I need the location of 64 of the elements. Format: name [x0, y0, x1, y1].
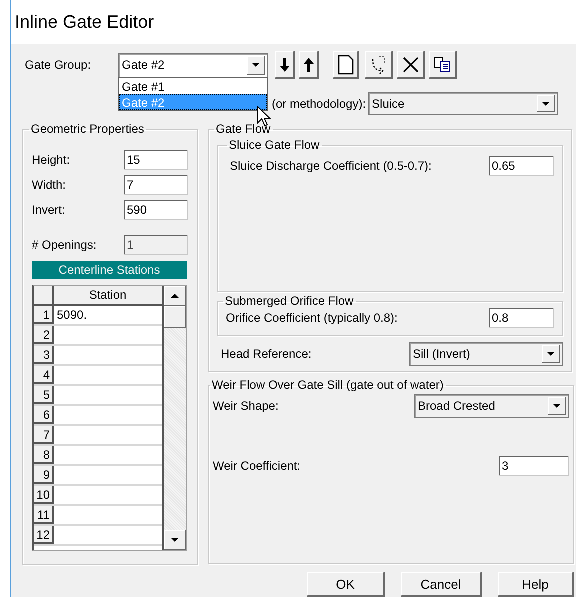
down-arrow-icon: [280, 58, 290, 72]
dropdown-arrow-icon: [542, 102, 550, 106]
field-label: # Openings:: [32, 238, 97, 252]
group-title: Submerged Orifice Flow: [224, 294, 355, 308]
field-label: Sluice Discharge Coefficient (0.5-0.7):: [230, 159, 432, 173]
group-title: Geometric Properties: [30, 122, 146, 136]
dropdown-arrow-icon: [547, 352, 555, 356]
row-number: 4: [34, 366, 54, 384]
row-number: 12: [34, 526, 54, 544]
dropdown-arrow-icon: [252, 63, 260, 67]
row-number: 10: [34, 486, 54, 504]
methodology-label: (or methodology):: [272, 96, 366, 110]
input-field[interactable]: 0.8: [489, 308, 554, 328]
close-icon: [402, 56, 418, 72]
field-label: Width:: [32, 178, 66, 192]
input-field[interactable]: 3: [499, 456, 569, 476]
row-number: 11: [34, 506, 54, 524]
field-label: Height:: [32, 153, 70, 167]
move-up-button[interactable]: [299, 51, 319, 79]
row-number: 8: [34, 446, 54, 464]
row-number: 5: [34, 386, 54, 404]
copy-icon: [434, 56, 452, 72]
row-number: 3: [34, 346, 54, 364]
blank-page-icon: [338, 54, 354, 74]
input-field[interactable]: 0.65: [489, 156, 554, 176]
rename-button[interactable]: [365, 51, 393, 79]
scroll-up-button[interactable]: [164, 286, 186, 306]
field-label: Weir Shape:: [213, 399, 279, 413]
input-field[interactable]: 590: [124, 200, 188, 220]
field-label: Head Reference:: [221, 347, 312, 361]
row-number: 6: [34, 406, 54, 424]
window-title: Inline Gate Editor: [15, 12, 154, 32]
dropdown-arrow-icon: [553, 404, 561, 408]
gate-group-label: Gate Group:: [25, 58, 92, 72]
dropdown-arrow-icon: [171, 538, 179, 542]
input-field[interactable]: 15: [124, 150, 188, 170]
dropdown-field[interactable]: Sill (Invert): [409, 342, 563, 366]
group-title: Weir Flow Over Gate Sill (gate out of water): [211, 378, 445, 392]
table-cell[interactable]: 5090.: [54, 306, 162, 324]
copy-button[interactable]: [429, 51, 457, 79]
scroll-down-button[interactable]: [164, 530, 186, 550]
methodology-dropdown[interactable]: Sluice: [368, 92, 558, 115]
row-number: 1: [34, 306, 54, 324]
row-number: 7: [34, 426, 54, 444]
delete-button[interactable]: [397, 51, 425, 79]
dialog-button[interactable]: OK: [307, 572, 385, 597]
move-down-button[interactable]: [275, 51, 295, 79]
dialog-button[interactable]: Cancel: [401, 572, 482, 597]
field-label: Weir Coefficient:: [213, 459, 301, 473]
dialog-button[interactable]: Help: [498, 572, 574, 597]
scroll-up-icon: [171, 294, 179, 298]
up-arrow-icon: [304, 58, 314, 72]
input-field[interactable]: 7: [124, 175, 188, 195]
group-title: Gate Flow: [215, 122, 272, 136]
new-button[interactable]: [333, 51, 359, 79]
column-header: Station: [54, 286, 162, 304]
dropdown-field[interactable]: Broad Crested: [414, 394, 569, 418]
row-number: 9: [34, 466, 54, 484]
field-label: Invert:: [32, 203, 66, 217]
group-title: Sluice Gate Flow: [228, 138, 321, 152]
field-label: Orifice Coefficient (typically 0.8):: [226, 311, 398, 325]
section-header: Centerline Stations: [32, 261, 187, 279]
row-number: 2: [34, 326, 54, 344]
scroll-thumb[interactable]: [164, 306, 186, 328]
